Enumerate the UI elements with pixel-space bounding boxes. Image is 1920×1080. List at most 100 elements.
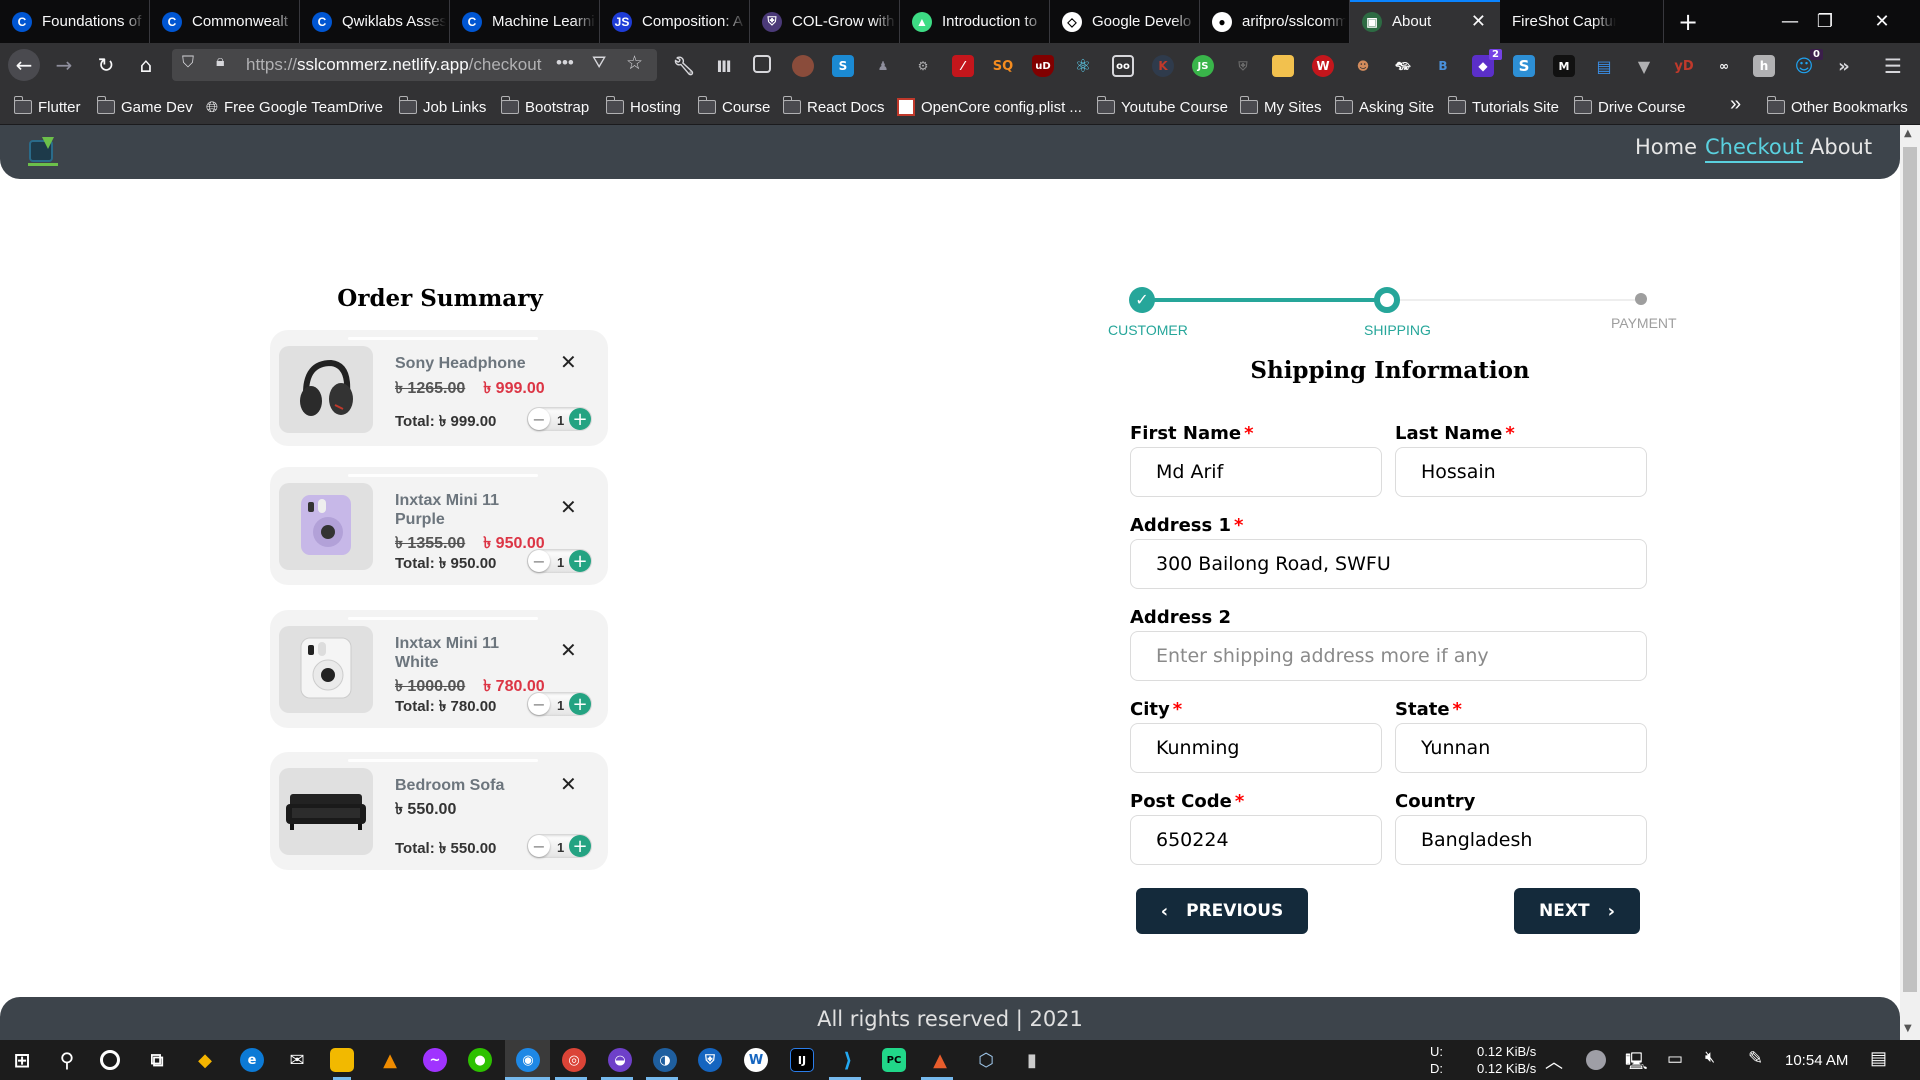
pycharm-icon[interactable]: PC [882,1048,906,1072]
wrench-icon[interactable]: 🔧︎ [673,55,696,77]
tab-close-icon[interactable]: ✕ [1471,11,1486,32]
decrease-quantity-button[interactable]: − [528,408,550,430]
scroll-up-icon[interactable]: ▲ [1904,128,1912,139]
overflow-chevron-icon[interactable]: » [1833,55,1855,77]
scroll-down-icon[interactable]: ▼ [1904,1023,1912,1034]
link-extension-icon[interactable]: ∞ [1713,55,1735,77]
bookmark-item[interactable]: Job Links [398,96,486,117]
step-payment-dot[interactable] [1635,293,1647,305]
previous-button[interactable]: ‹ PREVIOUS [1136,888,1308,934]
decrease-quantity-button[interactable]: − [528,693,550,715]
chrome-icon[interactable]: ◎ [562,1048,586,1072]
s-extension-icon[interactable]: S [832,55,854,77]
vue-devtools-icon[interactable]: ▼ [1633,55,1655,77]
back-button[interactable]: ← [8,49,40,81]
bookmark-item[interactable]: React Docs [782,96,885,117]
red-extension-icon[interactable]: W [1312,55,1334,77]
battery-icon[interactable]: ▭ [1667,1049,1683,1069]
product-image[interactable] [279,626,373,713]
first-name-input[interactable] [1130,447,1382,497]
decrease-quantity-button[interactable]: − [528,550,550,572]
search-icon[interactable]: ⚲ [55,1048,79,1072]
forward-button[interactable]: → [48,49,80,81]
increase-quantity-button[interactable]: + [569,693,591,715]
remove-item-icon[interactable]: ✕ [560,495,577,519]
shield-extension-icon[interactable]: ⛨ [1232,55,1254,77]
next-button[interactable]: NEXT › [1514,888,1640,934]
home-button[interactable]: ⌂ [130,49,162,81]
remove-item-icon[interactable]: ✕ [560,638,577,662]
bookmark-item[interactable]: OpenCore config.plist ... [897,97,1082,117]
github-desktop-icon[interactable]: ◒ [608,1048,632,1072]
badger-extension-icon[interactable]: 🦡︎ [1392,55,1414,77]
browser-tab[interactable]: C Commonwealt [150,0,300,43]
vlc-icon[interactable]: ▲ [378,1048,402,1072]
tracking-shield-icon[interactable]: ⛉ [182,54,194,72]
close-window-button[interactable]: ✕ [1852,0,1912,43]
city-input[interactable] [1130,723,1382,773]
owl-extension-icon[interactable]: ☻ [1352,55,1374,77]
address-bar[interactable]: ⛉ 🔒︎ https://sslcommerz.netlify.app/chec… [172,49,657,81]
color-picker-icon[interactable] [1272,55,1294,77]
matlab-icon[interactable]: ▲ [928,1048,952,1072]
browser-tab[interactable]: FireShot Capture 0 [1500,0,1664,43]
page-actions-icon[interactable]: ••• [556,53,574,73]
browser-tab[interactable]: C Machine Learni [450,0,600,43]
new-tab-button[interactable]: + [1666,0,1710,43]
wand-extension-icon[interactable]: ⁄ [952,55,974,77]
page-scrollbar[interactable]: ▲ ▼ [1900,125,1920,1040]
bookmark-item[interactable]: 🌐︎ Free Google TeamDrive [206,97,383,117]
step-customer-check-icon[interactable]: ✓ [1129,287,1155,313]
medium-unlock-icon[interactable]: M [1553,55,1575,77]
bookmark-item[interactable]: Game Dev [96,96,193,117]
b-extension-icon[interactable]: B [1432,55,1454,77]
pocket-icon[interactable]: ⛛ [592,53,606,73]
other-bookmarks[interactable]: Other Bookmarks [1766,96,1908,117]
action-center-icon[interactable]: ▤ [1870,1048,1887,1069]
avatar-extension-icon[interactable] [792,55,814,77]
volume-muted-icon[interactable]: 🔇︎ [1705,1049,1715,1067]
yd-extension-icon[interactable]: yD [1673,55,1695,77]
layers-extension-icon[interactable]: ◆ 2 [1472,49,1502,77]
nodejs-extension-icon[interactable]: JS [1192,55,1214,77]
browser-tab[interactable]: C Foundations of [0,0,150,43]
windows-start-icon[interactable]: ⊞ [10,1048,34,1072]
browser-tab[interactable]: ▲ Introduction to [900,0,1050,43]
app-w-icon[interactable]: W [744,1048,768,1072]
bookmark-item[interactable]: My Sites [1239,96,1322,117]
post-code-input[interactable] [1130,815,1382,865]
bookmark-item[interactable]: Tutorials Site [1447,96,1559,117]
tray-chevron-up-icon[interactable]: ︿ [1545,1048,1563,1074]
clock[interactable]: 10:54 AM [1785,1052,1848,1069]
product-image[interactable] [279,483,373,570]
network-icon[interactable]: 🖳︎ [1625,1049,1648,1078]
address2-input[interactable] [1130,631,1647,681]
hamburger-menu-icon[interactable]: ☰ [1882,54,1904,78]
intellij-icon[interactable]: IJ [790,1048,814,1072]
address1-input[interactable] [1130,539,1647,589]
bookmark-item[interactable]: Bootstrap [500,96,589,117]
spy-extension-icon[interactable]: ♟ [872,55,894,77]
ublock-icon[interactable]: uD [1032,55,1054,77]
browser-tab[interactable]: ▣ About ✕ [1350,0,1500,43]
nav-about-link[interactable]: About [1810,135,1872,159]
nav-home-link[interactable]: Home [1635,135,1697,159]
restore-button[interactable]: ❐ [1795,0,1855,43]
cortana-icon[interactable] [100,1050,120,1070]
virtualbox-icon[interactable]: ⬡ [974,1048,998,1072]
pen-icon[interactable]: ✎ [1748,1048,1763,1069]
vscode-icon[interactable]: ⟩ [836,1048,860,1072]
state-input[interactable] [1395,723,1647,773]
h-extension-icon[interactable]: h [1753,55,1775,77]
wechat-icon[interactable]: ● [468,1048,492,1072]
url-text[interactable]: https://sslcommerz.netlify.app/checkout [246,55,556,75]
step-shipping-dot[interactable] [1374,287,1400,313]
usb-icon[interactable]: ▮ [1020,1048,1044,1072]
product-image[interactable] [279,346,373,433]
browser-tab[interactable]: C Qwiklabs Asses [300,0,450,43]
remove-item-icon[interactable]: ✕ [560,772,577,796]
site-logo-icon[interactable] [26,133,62,169]
browser-tab[interactable]: ⛨ COL-Grow with [750,0,900,43]
bookmark-item[interactable]: Course [697,96,770,117]
remove-item-icon[interactable]: ✕ [560,350,577,374]
